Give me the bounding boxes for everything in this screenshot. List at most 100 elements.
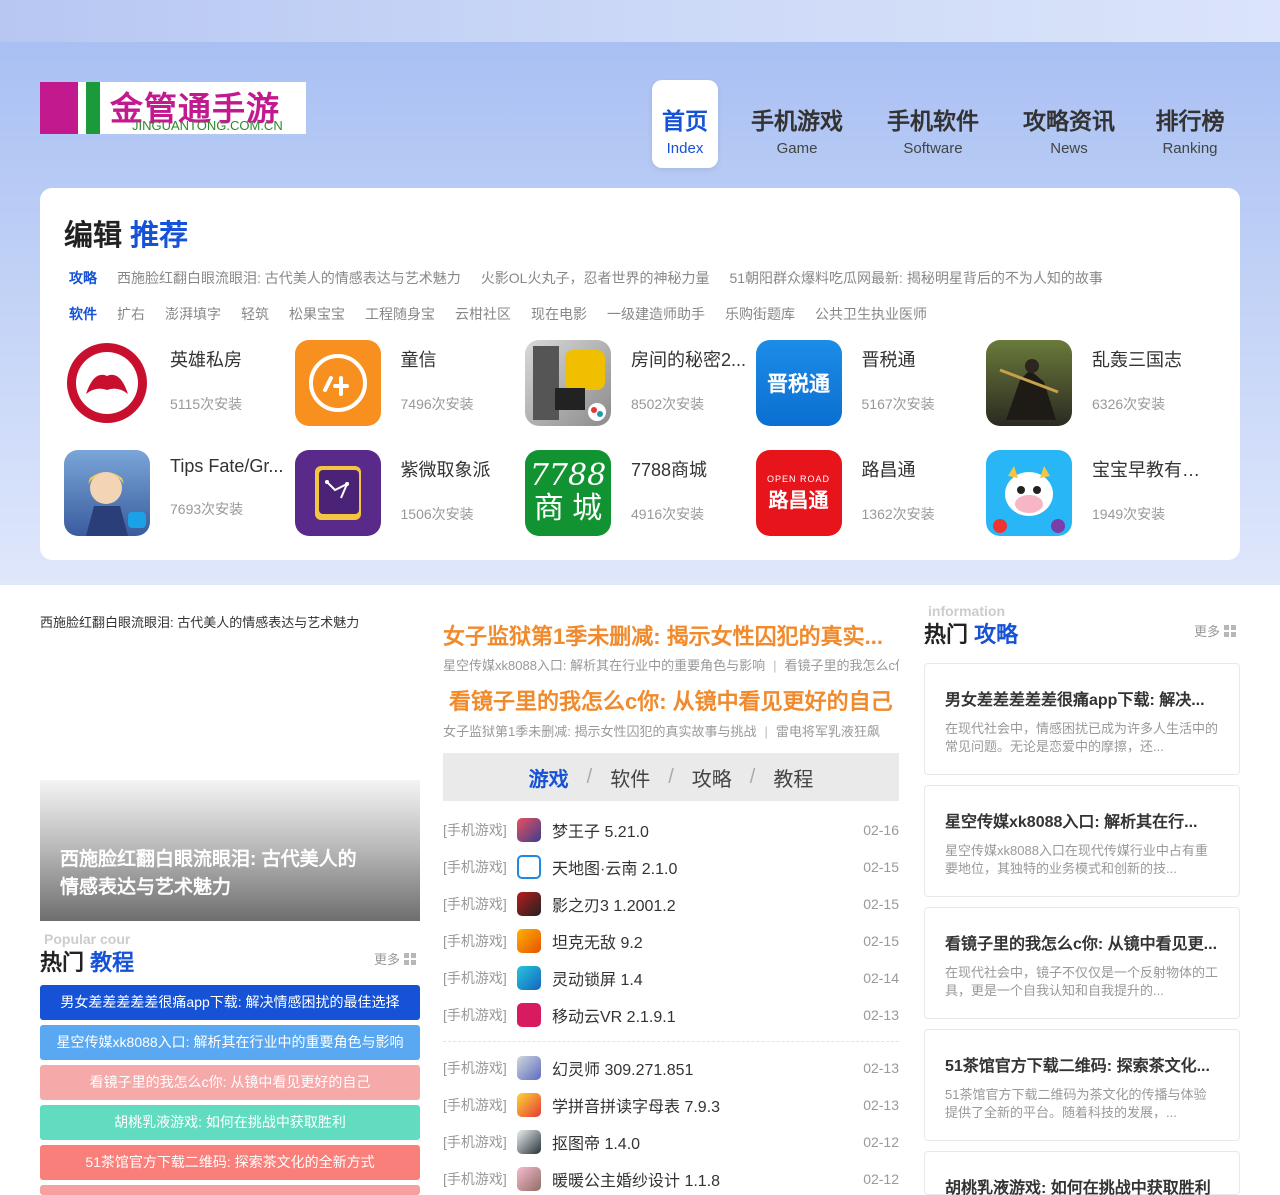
game-row[interactable]: [手机游戏] 移动云VR 2.1.9.1 02-13 (443, 996, 899, 1033)
nav-index[interactable]: 首页 Index (652, 80, 718, 168)
software-row-label: 软件 (69, 306, 97, 322)
game-row[interactable]: [手机游戏] 坦克无敌 9.2 02-15 (443, 922, 899, 959)
app-card[interactable]: 晋税通 晋税通 5167次安装 (755, 340, 987, 426)
game-row[interactable]: [手机游戏] 幻灵师 309.271.851 02-13 (443, 1049, 899, 1086)
app-card[interactable]: 宝宝早教有声... 1949次安装 (986, 450, 1217, 536)
grid-icon (404, 953, 417, 965)
section-title: 热门 攻略 (924, 617, 1018, 649)
slide-caption[interactable]: 西施脸红翻白眼流眼泪: 古代美人的情感表达与艺术魅力 (40, 612, 359, 631)
tab-software[interactable]: 软件 (610, 763, 650, 792)
game-icon (517, 854, 541, 879)
nav-game[interactable]: 手机游戏 Game (742, 80, 852, 168)
game-name: 幻灵师 309.271.851 (552, 1061, 694, 1079)
game-row[interactable]: [手机游戏] 天地图·云南 2.1.0 02-15 (443, 848, 899, 885)
software-link[interactable]: 扩右 (117, 304, 145, 324)
tab-guides[interactable]: 攻略 (692, 763, 732, 792)
guide-link[interactable]: 火影OL火丸子，忍者世界的神秘力量 (481, 268, 710, 288)
game-name: 天地图·云南 2.1.0 (552, 860, 678, 878)
game-row[interactable]: [手机游戏] 梦王子 5.21.0 02-16 (443, 811, 899, 848)
sub-link[interactable]: 星空传媒xk8088入口: 解析其在行业中的重要角色与影响 (443, 658, 765, 673)
software-link[interactable]: 云柑社区 (455, 304, 511, 324)
software-link[interactable]: 乐购街题库 (725, 304, 795, 324)
guide-card-desc: 51茶馆官方下载二维码为茶文化的传播与体验提供了全新的平台。随着科技的发展，..… (945, 1087, 1207, 1120)
hot-item[interactable]: 男女差差差差差很痛app下载: 解决情感困扰的最佳选择 (40, 985, 420, 1020)
guide-card[interactable]: 51茶馆官方下载二维码: 探索茶文化... 51茶馆官方下载二维码为茶文化的传播… (924, 1029, 1240, 1141)
nav-news[interactable]: 攻略资讯 News (1014, 80, 1124, 168)
game-icon (517, 1092, 541, 1117)
software-link[interactable]: 轻筑 (241, 304, 269, 324)
game-category: [手机游戏] (443, 969, 507, 986)
app-card[interactable]: 房间的秘密2... 8502次安装 (525, 340, 756, 426)
icon-label: 商 城 (533, 492, 603, 525)
guide-link[interactable]: 西施脸红翻白眼流眼泪: 古代美人的情感表达与艺术魅力 (117, 268, 461, 288)
sub-links: 星空传媒xk8088入口: 解析其在行业中的重要角色与影响 | 看镜子里的我怎么c你… (443, 655, 899, 674)
app-card[interactable]: 童信 7496次安装 (294, 340, 526, 426)
category-tabs: 游戏 / 软件 / 攻略 / 教程 (443, 753, 899, 801)
guide-card[interactable]: 看镜子里的我怎么c你: 从镜中看见更... 在现代社会中，镜子不仅仅是一个反射物… (924, 907, 1240, 1019)
game-name: 坦克无敌 9.2 (552, 934, 643, 952)
app-name: 童信 (400, 350, 437, 370)
logo-mark-green (86, 82, 100, 134)
software-link[interactable]: 松果宝宝 (289, 304, 345, 324)
separator: | (773, 658, 777, 673)
nav-ranking[interactable]: 排行榜 Ranking (1150, 80, 1230, 168)
hot-item[interactable]: 看镜子里的我怎么c你: 从镜中看见更好的自己 (40, 1065, 420, 1100)
software-link[interactable]: 公共卫生执业医师 (815, 304, 927, 324)
icon-label: 7788 (529, 458, 607, 493)
more-link[interactable]: 更多 (374, 949, 417, 968)
sub-link[interactable]: 看镜子里的我怎么c你: 从镜中看见更好的自己 (785, 658, 899, 673)
game-name: 影之刃3 1.2001.2 (552, 897, 676, 915)
hot-item[interactable]: 51茶馆官方下载二维码: 探索茶文化的全新方式 (40, 1145, 420, 1180)
guide-link[interactable]: 51朝阳群众爆料吃瓜网最新: 揭秘明星背后的不为人知的故事 (729, 268, 1102, 288)
app-card[interactable]: OPEN ROAD 路昌通 路昌通 1362次安装 (755, 450, 987, 536)
app-card[interactable]: 7788 商 城 7788商城 4916次安装 (525, 450, 756, 536)
slideshow-image[interactable]: 西施脸红翻白眼流眼泪: 古代美人的情感表达与艺术魅力 (40, 780, 420, 921)
headline-link[interactable]: 女子监狱第1季未删减: 揭示女性囚犯的真实... (443, 619, 883, 651)
nav-software[interactable]: 手机软件 Software (878, 80, 988, 168)
game-row[interactable]: [手机游戏] 影之刃3 1.2001.2 02-15 (443, 885, 899, 922)
app-installs: 5115次安装 (170, 396, 243, 412)
hot-item[interactable]: 星空传媒xk8088入口: 解析其在行业中的重要角色与影响 (40, 1025, 420, 1060)
nav-sublabel: Ranking (1162, 140, 1218, 157)
game-date: 02-12 (863, 1133, 899, 1150)
title-part-accent: 教程 (90, 950, 135, 975)
site-logo[interactable]: 金管通手游 JINGUANTONG.COM.CN (40, 82, 306, 134)
headline-link[interactable]: 看镜子里的我怎么c你: 从镜中看见更好的自己 (449, 684, 893, 716)
section-title: 热门 教程 (40, 945, 134, 977)
game-icon (517, 1002, 541, 1027)
software-link[interactable]: 工程随身宝 (365, 304, 435, 324)
more-link[interactable]: 更多 (1194, 621, 1237, 640)
guide-card[interactable]: 男女差差差差差很痛app下载: 解决... 在现代社会中，情感困扰已成为许多人生… (924, 663, 1240, 775)
more-label: 更多 (1194, 624, 1221, 639)
game-row[interactable]: [手机游戏] 抠图帝 1.4.0 02-12 (443, 1123, 899, 1160)
grid-icon (1224, 625, 1237, 637)
game-row[interactable]: [手机游戏] 暖暖公主婚纱设计 1.1.8 02-12 (443, 1160, 899, 1195)
game-category: [手机游戏] (443, 1059, 507, 1076)
app-installs: 8502次安装 (631, 396, 705, 412)
game-date: 02-15 (863, 858, 899, 875)
guide-card[interactable]: 胡桃乳液游戏: 如何在挑战中获取胜利 (924, 1151, 1240, 1195)
nav-label: 手机软件 (887, 108, 979, 134)
game-row[interactable]: [手机游戏] 学拼音拼读字母表 7.9.3 02-13 (443, 1086, 899, 1123)
guide-card-title: 星空传媒xk8088入口: 解析其在行... (945, 814, 1198, 831)
software-link[interactable]: 现在电影 (531, 304, 587, 324)
app-card[interactable]: 紫微取象派 1506次安装 (294, 450, 526, 536)
title-part-accent: 推荐 (130, 220, 189, 252)
sub-links: 女子监狱第1季未删减: 揭示女性囚犯的真实故事与挑战 | 雷电将军乳液狂飙 (443, 721, 899, 740)
software-link[interactable]: 一级建造师助手 (607, 304, 705, 324)
sub-link[interactable]: 女子监狱第1季未删减: 揭示女性囚犯的真实故事与挑战 (443, 724, 756, 739)
tab-tutorials[interactable]: 教程 (773, 763, 813, 792)
app-card[interactable]: Tips Fate/Gr... 7693次安装 (64, 450, 295, 536)
game-row[interactable]: [手机游戏] 灵动锁屏 1.4 02-14 (443, 959, 899, 996)
app-card[interactable]: 英雄私房 5115次安装 (64, 340, 295, 426)
guide-card[interactable]: 星空传媒xk8088入口: 解析其在行... 星空传媒xk8088入口在现代传媒… (924, 785, 1240, 897)
app-card[interactable]: 乱轰三国志 6326次安装 (986, 340, 1217, 426)
game-category: [手机游戏] (443, 1006, 507, 1023)
hot-item-partial[interactable] (40, 1185, 420, 1195)
hot-item[interactable]: 胡桃乳液游戏: 如何在挑战中获取胜利 (40, 1105, 420, 1140)
top-strip (0, 0, 1280, 42)
software-link[interactable]: 澎湃填字 (165, 304, 221, 324)
main-nav: 首页 Index 手机游戏 Game 手机软件 Software 攻略资讯 Ne… (652, 80, 1230, 168)
tab-games[interactable]: 游戏 (529, 763, 569, 792)
sub-link[interactable]: 雷电将军乳液狂飙 (776, 724, 880, 739)
